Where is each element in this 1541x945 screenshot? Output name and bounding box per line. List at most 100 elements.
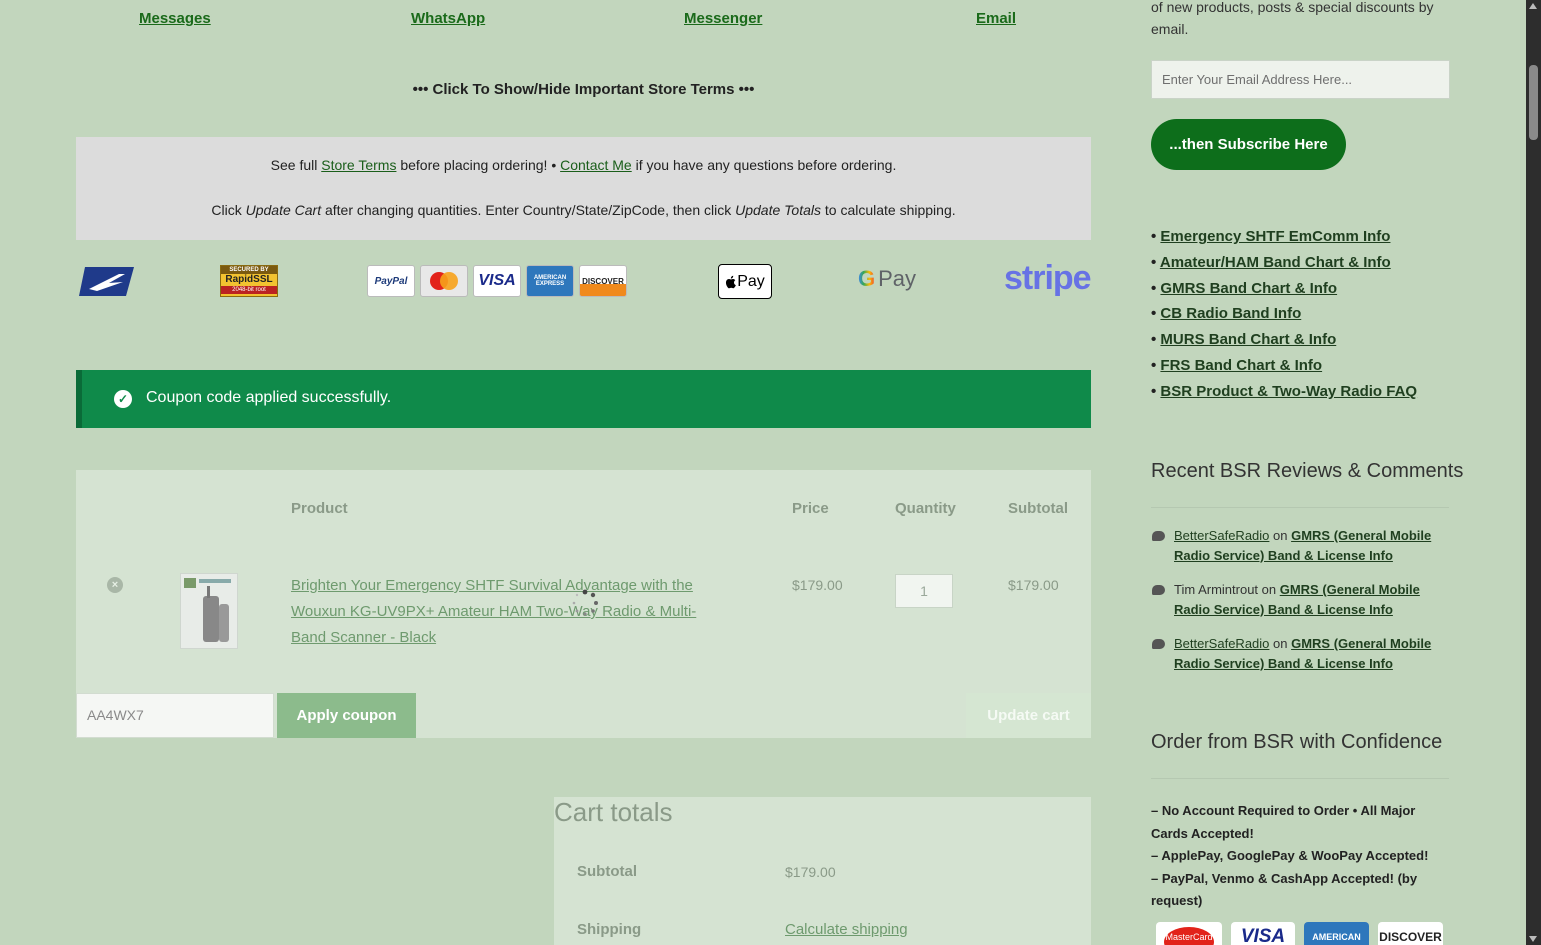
info-link-frs[interactable]: FRS Band Chart & Info [1160,357,1322,374]
product-name-link[interactable]: Brighten Your Emergency SHTF Survival Ad… [291,573,721,651]
info-links-list: • Emergency SHTF EmComm Info • Amateur/H… [1151,224,1417,405]
info-link-gmrs[interactable]: GMRS Band Chart & Info [1160,280,1337,297]
info-link-cb[interactable]: CB Radio Band Info [1160,305,1301,322]
mastercard-logo [420,265,468,297]
terms-text: after changing quantities. Enter Country… [321,202,736,218]
mastercard-badge-text: MasterCard [1164,927,1214,945]
visa-text: VISA [478,272,516,289]
info-link-murs[interactable]: MURS Band Chart & Info [1160,331,1336,348]
info-link-ham[interactable]: Amateur/HAM Band Chart & Info [1160,254,1391,271]
info-link-faq[interactable]: BSR Product & Two-Way Radio FAQ [1160,383,1417,400]
review-item: Tim Armintrout on GMRS (General Mobile R… [1174,580,1444,620]
discover-badge: DISCOVER [1378,922,1443,945]
quantity-input[interactable]: 1 [895,574,953,608]
terms-emphasis: Update Cart [245,202,322,218]
visa-badge: VISA [1231,922,1295,945]
rapidssl-logo: SECURED BY RapidSSL 2048-bit root [220,265,278,297]
review-author-link[interactable]: BetterSafeRadio [1174,636,1269,651]
header-price: Price [792,500,829,517]
scroll-down-icon[interactable] [1529,936,1537,942]
apply-coupon-button[interactable]: Apply coupon [277,693,416,738]
info-link-emcomm[interactable]: Emergency SHTF EmComm Info [1160,228,1390,245]
contact-me-link[interactable]: Contact Me [560,157,632,173]
info-link-item: • GMRS Band Chart & Info [1151,279,1338,297]
messenger-link[interactable]: Messenger [684,10,762,27]
email-link[interactable]: Email [976,10,1016,27]
amex-logo: AMERICAN EXPRESS [526,265,574,297]
cart-table: Product Price Quantity Subtotal × Bright… [76,470,1091,738]
info-link-item: • Emergency SHTF EmComm Info [1151,228,1391,245]
review-author-link[interactable]: BetterSafeRadio [1174,528,1269,543]
rapidssl-top: SECURED BY [221,266,277,274]
terms-line-2: Click Update Cart after changing quantit… [76,202,1091,218]
info-link-item: • Amateur/HAM Band Chart & Info [1151,253,1391,271]
store-terms-link[interactable]: Store Terms [321,157,396,173]
comment-icon [1152,531,1165,541]
update-cart-button[interactable]: Update cart [966,693,1091,738]
gpay-text: Pay [878,266,917,291]
page-scrollbar[interactable] [1526,0,1541,945]
discover-logo: DISCOVER [579,265,627,297]
header-product: Product [291,500,348,517]
scroll-up-icon[interactable] [1529,3,1537,9]
divider [1151,778,1449,779]
recent-reviews-heading: Recent BSR Reviews & Comments [1151,460,1464,482]
notice-message: Coupon code applied successfully. [146,389,392,406]
terms-text: before placing ordering! • [396,157,561,173]
discover-text: DISCOVER [582,276,624,286]
newsletter-text: of new products, posts & special discoun… [1151,0,1434,37]
cart-totals: Cart totals Subtotal $179.00 Shipping Ca… [554,797,1091,945]
remove-item-icon[interactable]: × [107,577,123,593]
totals-shipping-label: Shipping [577,921,642,938]
terms-text: Click [211,202,246,218]
header-quantity: Quantity [895,500,956,517]
comment-icon [1152,639,1165,649]
review-author: Tim Armintrout [1174,582,1259,597]
visa-logo: VISA [473,265,521,297]
terms-line-1: See full Store Terms before placing orde… [76,157,1091,173]
confidence-line: – ApplePay, GooglePay & WooPay Accepted! [1151,848,1429,863]
calculate-shipping-link[interactable]: Calculate shipping [785,921,908,938]
google-pay-logo: G Pay [858,266,916,292]
google-g-icon: G [858,266,876,291]
item-subtotal: $179.00 [1008,577,1059,593]
comment-icon [1152,585,1165,595]
amex-badge: AMERICAN [1304,922,1369,945]
totals-subtotal-label: Subtotal [577,863,637,880]
review-on-text: on [1258,582,1280,597]
totals-subtotal-value: $179.00 [785,864,836,880]
usps-eagle-logo [79,265,134,303]
product-thumbnail[interactable] [180,573,238,649]
subscribe-button[interactable]: ...then Subscribe Here [1151,119,1346,170]
rapidssl-bot: 2048-bit root [221,286,277,294]
applepay-text: Pay [737,272,765,290]
messages-link[interactable]: Messages [139,10,211,27]
header-subtotal: Subtotal [1008,500,1068,517]
review-on-text: on [1269,636,1292,651]
review-on-text: on [1269,528,1292,543]
mastercard-badge: MasterCard [1156,922,1222,945]
confidence-line: – No Account Required to Order • All Maj… [1151,803,1416,841]
info-link-item: • MURS Band Chart & Info [1151,331,1337,349]
loading-spinner-icon [570,588,600,623]
terms-text: See full [270,157,322,173]
whatsapp-link[interactable]: WhatsApp [411,10,485,27]
scrollbar-thumb[interactable] [1529,65,1538,140]
newsletter-email-input[interactable]: Enter Your Email Address Here... [1151,60,1450,99]
info-link-item: • FRS Band Chart & Info [1151,356,1323,374]
coupon-success-notice: ✓ Coupon code applied successfully. [76,370,1091,428]
amex-text: AMERICAN EXPRESS [533,275,567,287]
terms-emphasis: Update Totals [735,202,821,218]
apple-pay-logo: Pay [718,264,772,299]
confidence-line: – PayPal, Venmo & CashApp Accepted! (by … [1151,870,1418,909]
store-terms-toggle[interactable]: ••• Click To Show/Hide Important Store T… [76,81,1091,98]
terms-text: if you have any questions before orderin… [631,157,897,173]
paypal-text: PayPal [374,275,408,287]
coupon-code-input[interactable]: AA4WX7 [76,693,274,738]
review-item: BetterSafeRadio on GMRS (General Mobile … [1174,634,1444,674]
store-terms-box: See full Store Terms before placing orde… [76,137,1091,240]
paypal-logo: PayPal [367,265,415,297]
mastercard-icon [430,272,458,290]
terms-text: to calculate shipping. [820,202,956,218]
confidence-list: – No Account Required to Order • All Maj… [1151,800,1451,913]
